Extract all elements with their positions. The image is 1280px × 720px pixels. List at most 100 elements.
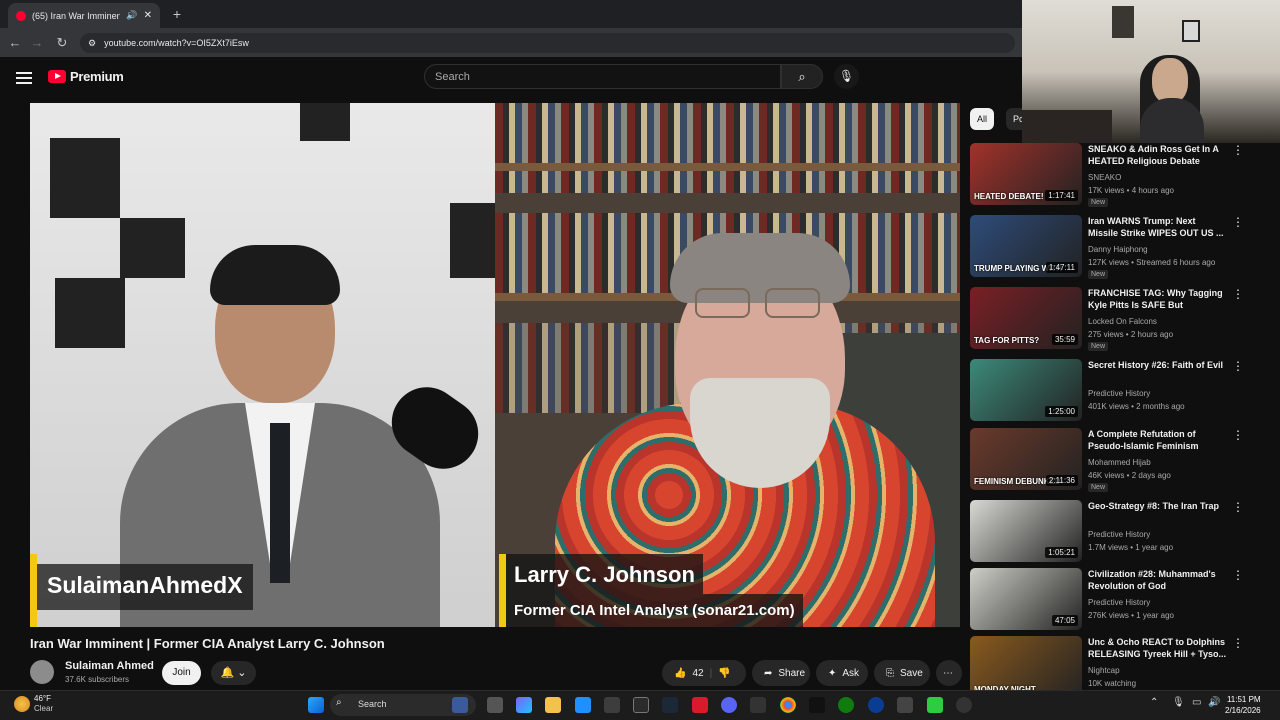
omnibox[interactable]: ⚙ youtube.com/watch?v=OI5ZXt7iEsw xyxy=(80,33,1015,53)
right-speaker-name: Larry C. Johnson xyxy=(506,554,703,594)
microphone-icon[interactable]: 🎙 xyxy=(834,64,859,89)
recommended-channel[interactable]: Predictive History xyxy=(1088,598,1150,607)
video-thumbnail[interactable]: TAG FOR PITTS? 35:59 xyxy=(970,287,1082,349)
task-view-icon[interactable] xyxy=(487,697,503,713)
left-speaker-name: SulaimanAhmedX xyxy=(37,564,253,610)
wall-frame xyxy=(1182,20,1200,42)
recommended-title[interactable]: FRANCHISE TAG: Why Tagging Kyle Pitts Is… xyxy=(1088,287,1226,312)
video-player[interactable]: SulaimanAhmedX Larry C. Johnson Former C… xyxy=(30,103,960,627)
recommended-channel[interactable]: Nightcap xyxy=(1088,666,1120,675)
share-button[interactable]: ➦ Share xyxy=(752,660,810,686)
save-button[interactable]: ⎘ Save xyxy=(874,660,930,686)
app-icon[interactable] xyxy=(633,697,649,713)
new-badge: New xyxy=(1088,483,1109,492)
recommended-channel[interactable]: SNEAKO xyxy=(1088,173,1121,182)
recommended-channel[interactable]: Locked On Falcons xyxy=(1088,317,1157,326)
more-options-icon[interactable]: ⋮ xyxy=(1232,568,1244,582)
recommended-video[interactable]: TAG FOR PITTS? 35:59 FRANCHISE TAG: Why Ta… xyxy=(970,287,1270,351)
thumbs-up-icon[interactable]: 👍 xyxy=(674,668,686,679)
recommended-title[interactable]: A Complete Refutation of Pseudo-Islamic … xyxy=(1088,428,1226,452)
steam-icon[interactable] xyxy=(662,697,678,713)
like-dislike-group[interactable]: 👍 42 | 👎 xyxy=(662,660,746,686)
video-thumbnail[interactable]: 47:05 xyxy=(970,568,1082,630)
video-thumbnail[interactable]: 1:25:00 xyxy=(970,359,1082,421)
join-button[interactable]: Join xyxy=(162,661,201,685)
recommended-title[interactable]: Unc & Ocho REACT to Dolphins RELEASING T… xyxy=(1088,636,1226,660)
terminal-icon[interactable] xyxy=(897,697,913,713)
ask-button[interactable]: ✦ Ask xyxy=(816,660,868,686)
copilot-icon[interactable] xyxy=(516,697,532,713)
video-thumbnail[interactable]: FEMINISM DEBUNKED 2:11:36 xyxy=(970,428,1082,490)
recommended-video[interactable]: 1:05:21 Geo-Strategy #8: The Iran Trap Pre… xyxy=(970,500,1270,564)
discord-icon[interactable] xyxy=(721,697,737,713)
windows-start-icon[interactable] xyxy=(308,697,324,713)
video-thumbnail[interactable]: HEATED DEBATE! 1:17:41 xyxy=(970,143,1082,205)
recommended-title[interactable]: SNEAKO & Adin Ross Get In A HEATED Relig… xyxy=(1088,143,1226,167)
lower-third-accent xyxy=(499,554,506,627)
forward-arrow-icon[interactable]: → xyxy=(28,34,46,52)
reload-icon[interactable]: ↻ xyxy=(53,34,71,52)
thumbs-down-icon[interactable]: 👎 xyxy=(718,668,730,679)
xbox-icon[interactable] xyxy=(838,697,854,713)
obs-icon[interactable] xyxy=(956,697,972,713)
right-video-panel xyxy=(495,103,960,627)
more-options-icon[interactable]: ⋮ xyxy=(1232,428,1244,442)
youtube-premium-logo[interactable]: Premium xyxy=(48,69,124,84)
more-options-icon[interactable]: ⋮ xyxy=(1232,500,1244,514)
recommended-title[interactable]: Secret History #26: Faith of Evil xyxy=(1088,359,1226,371)
notification-bell-icon[interactable]: 🔔 ⌄ xyxy=(211,661,256,685)
chrome-icon[interactable] xyxy=(780,697,796,713)
acoustic-foam xyxy=(120,218,185,278)
network-icon[interactable]: ▭ xyxy=(1192,697,1201,708)
recommended-title[interactable]: Geo-Strategy #8: The Iran Trap xyxy=(1088,500,1226,512)
volume-icon[interactable]: 🔊 xyxy=(1208,697,1220,708)
tab-close-icon[interactable]: ✕ xyxy=(144,10,152,21)
recommended-video[interactable]: FEMINISM DEBUNKED 2:11:36 A Complete Refut… xyxy=(970,428,1270,492)
tradingview-icon[interactable] xyxy=(809,697,825,713)
tray-overflow-icon[interactable]: ⌃ xyxy=(1150,697,1158,708)
recommended-channel[interactable]: Predictive History xyxy=(1088,389,1150,398)
recommended-video[interactable]: HEATED DEBATE! 1:17:41 SNEAKO & Adin Ross … xyxy=(970,143,1270,207)
video-thumbnail[interactable]: TRUMP PLAYING WITH 1:47:11 xyxy=(970,215,1082,277)
clock[interactable]: 11:51 PM 2/16/2026 xyxy=(1225,694,1261,716)
recommended-title[interactable]: Iran WARNS Trump: Next Missile Strike WI… xyxy=(1088,215,1226,239)
more-options-icon[interactable]: ⋮ xyxy=(1232,143,1244,157)
recommended-channel[interactable]: Predictive History xyxy=(1088,530,1150,539)
mic-tray-icon[interactable]: 🎙 xyxy=(1172,697,1185,708)
edge-icon[interactable] xyxy=(575,697,591,713)
amd-icon[interactable] xyxy=(692,697,708,713)
new-tab-button[interactable]: + xyxy=(168,5,186,23)
recommended-video[interactable]: TRUMP PLAYING WITH 1:47:11 Iran WARNS Trum… xyxy=(970,215,1270,279)
right-speaker-subtitle: Former CIA Intel Analyst (sonar21.com) xyxy=(506,594,803,627)
file-explorer-icon[interactable] xyxy=(545,697,561,713)
app-icon[interactable] xyxy=(927,697,943,713)
video-thumbnail[interactable]: 1:05:21 xyxy=(970,500,1082,562)
search-input[interactable]: Search xyxy=(424,64,781,89)
recommended-channel[interactable]: Mohammed Hijab xyxy=(1088,458,1151,467)
tab-audio-icon[interactable]: 🔊 xyxy=(126,10,137,21)
site-info-icon[interactable]: ⚙ xyxy=(88,38,96,49)
app-icon[interactable] xyxy=(868,697,884,713)
weather-widget[interactable]: 46°F Clear xyxy=(34,694,53,714)
store-icon[interactable] xyxy=(604,697,620,713)
browser-tab[interactable]: (65) Iran War Imminent | Fo 🔊 ✕ xyxy=(8,3,160,28)
recommended-video[interactable]: 1:25:00 Secret History #26: Faith of Evil… xyxy=(970,359,1270,423)
more-actions-icon[interactable]: ⋯ xyxy=(936,660,962,686)
back-arrow-icon[interactable]: ← xyxy=(6,34,24,52)
app-icon[interactable] xyxy=(750,697,766,713)
search-icon[interactable]: ⌕ xyxy=(781,64,823,89)
recommended-channel[interactable]: Danny Haiphong xyxy=(1088,245,1148,254)
more-options-icon[interactable]: ⋮ xyxy=(1232,287,1244,301)
recommended-video[interactable]: 47:05 Civilization #28: Muhammad's Revolu… xyxy=(970,568,1270,632)
video-thumbnail[interactable]: MONDAY NIGHT xyxy=(970,636,1082,698)
more-options-icon[interactable]: ⋮ xyxy=(1232,636,1244,650)
recommended-title[interactable]: Civilization #28: Muhammad's Revolution … xyxy=(1088,568,1226,592)
channel-avatar[interactable] xyxy=(30,660,54,684)
wall-frame xyxy=(1112,6,1134,38)
more-options-icon[interactable]: ⋮ xyxy=(1232,215,1244,229)
chip-all[interactable]: All xyxy=(970,108,995,130)
more-options-icon[interactable]: ⋮ xyxy=(1232,359,1244,373)
channel-name[interactable]: Sulaiman Ahmed xyxy=(65,660,154,672)
hamburger-menu-icon[interactable] xyxy=(16,70,32,84)
weather-moon-icon[interactable] xyxy=(14,696,30,712)
